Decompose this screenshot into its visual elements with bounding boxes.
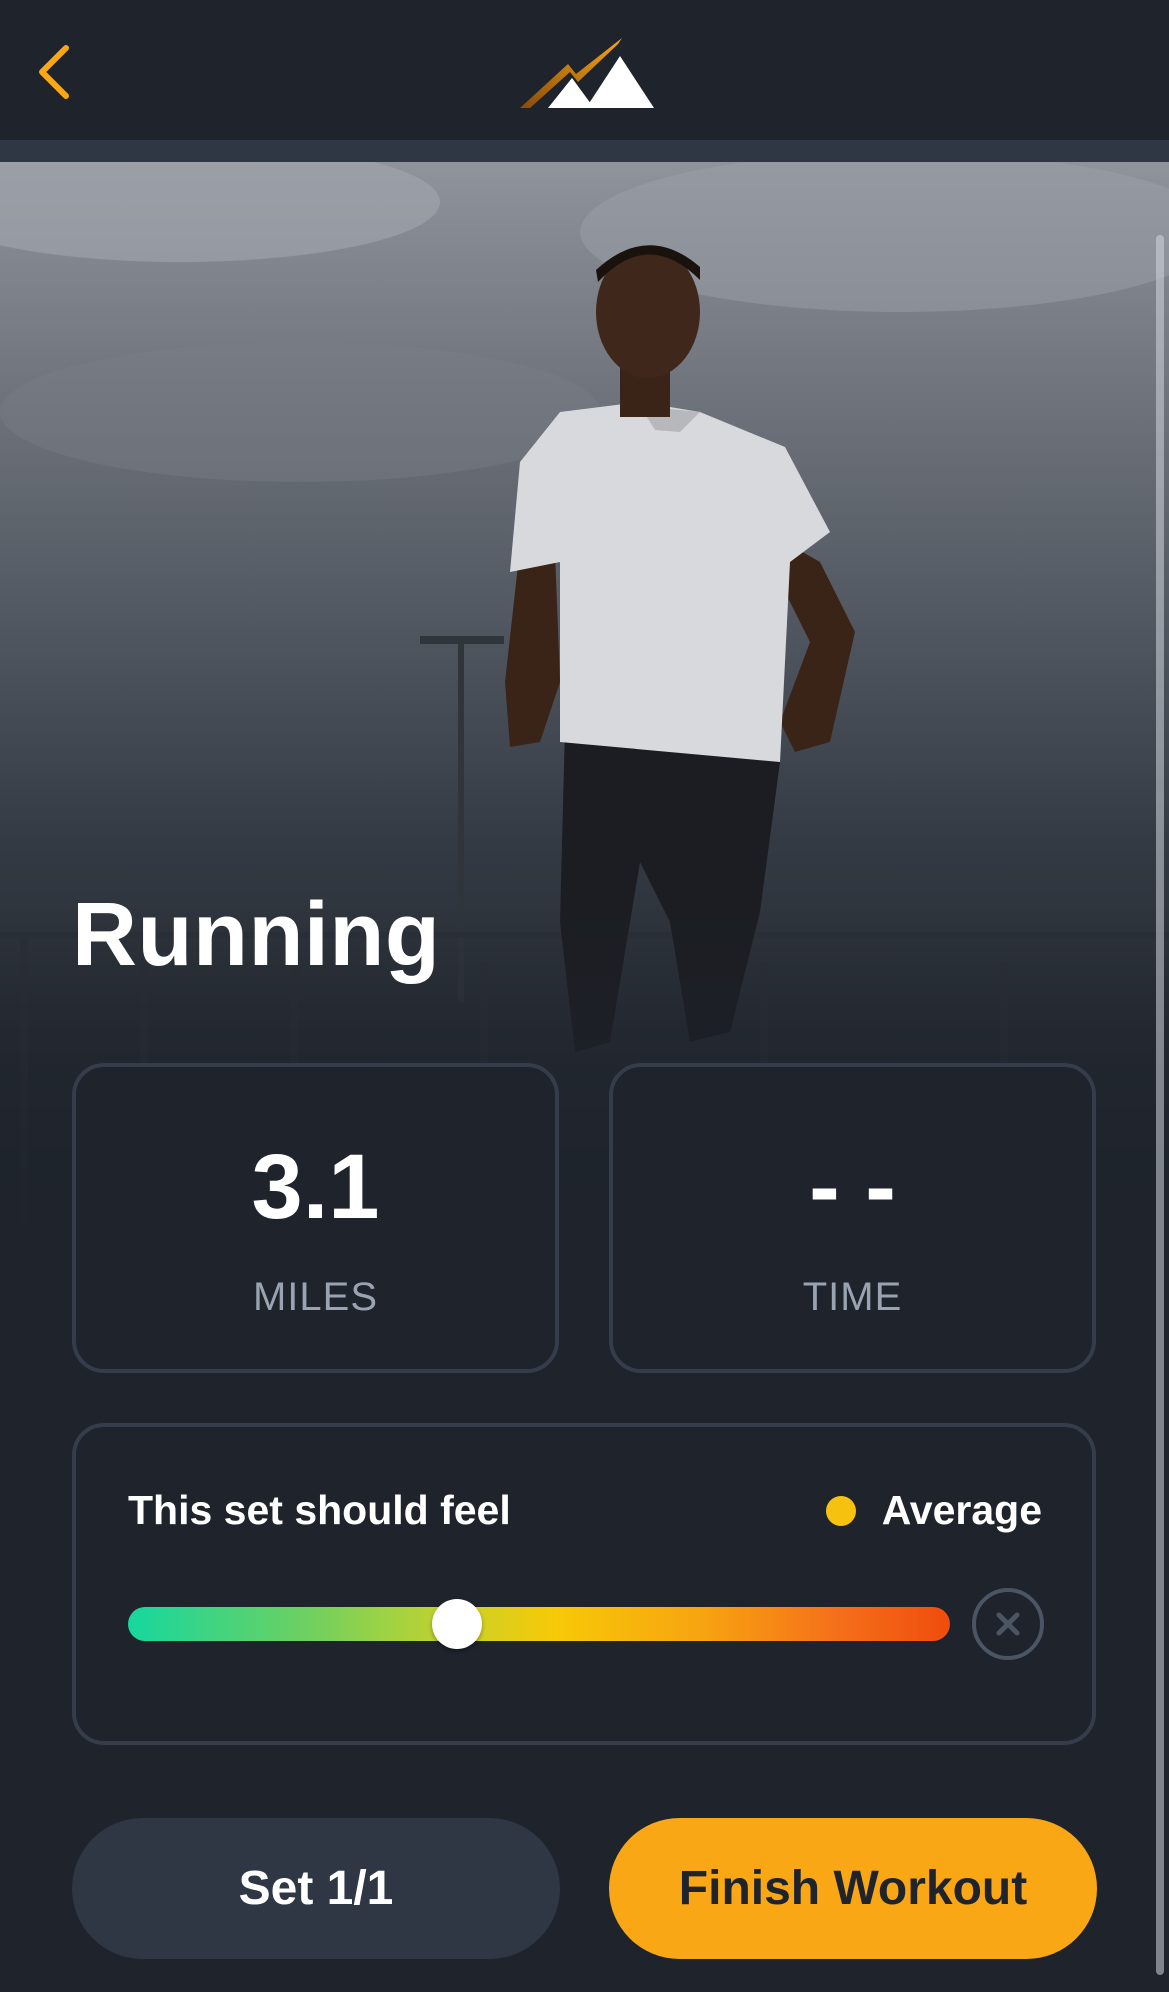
effort-level-label: Average (881, 1487, 1042, 1533)
workout-title: Running (72, 885, 441, 985)
effort-dot-icon (825, 1495, 856, 1526)
time-card: - - TIME (609, 1063, 1096, 1373)
top-bar (0, 0, 1169, 140)
effort-card: This set should feel Average (72, 1423, 1096, 1745)
header-divider (0, 140, 1169, 162)
close-circle-icon (996, 1612, 1020, 1636)
workout-screen: Running 3.1 MILES - - TIME This set shou… (0, 0, 1169, 1992)
clear-effort-button[interactable] (972, 1588, 1044, 1660)
miles-card: 3.1 MILES (72, 1063, 559, 1373)
miles-label: MILES (252, 1275, 379, 1319)
set-counter-button[interactable]: Set 1/1 (72, 1818, 560, 1959)
back-button[interactable] (18, 36, 90, 108)
mountain-logo-icon (520, 38, 654, 108)
chevron-left-icon (39, 45, 69, 99)
time-label: TIME (802, 1275, 903, 1319)
time-value: - - (809, 1136, 896, 1238)
effort-slider-thumb[interactable] (431, 1599, 482, 1649)
effort-slider[interactable] (128, 1599, 950, 1649)
scrollbar[interactable] (1156, 235, 1164, 1975)
effort-level: Average (825, 1487, 1042, 1534)
miles-value: 3.1 (251, 1136, 380, 1238)
effort-prompt: This set should feel (128, 1487, 511, 1533)
finish-workout-button[interactable]: Finish Workout (609, 1818, 1097, 1959)
